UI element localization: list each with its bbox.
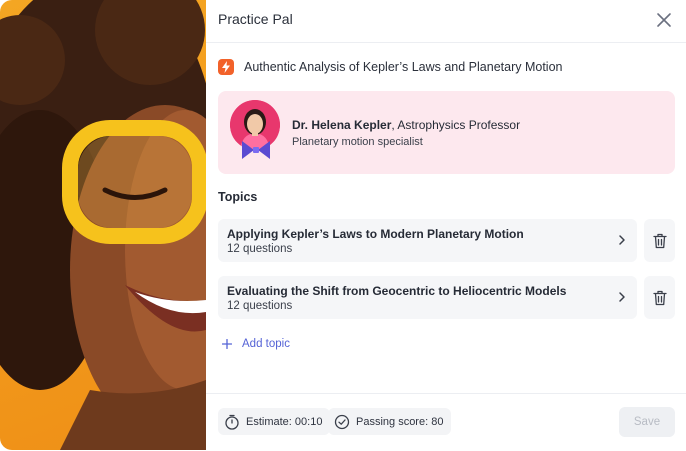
delete-topic-button-1[interactable]: [644, 219, 675, 262]
estimate-text: Estimate: 00:10: [246, 415, 323, 428]
document-title: Authentic Analysis of Kepler’s Laws and …: [244, 60, 563, 74]
trash-icon: [652, 290, 667, 305]
topic-question-count: 12 questions: [227, 243, 293, 255]
add-topic-button[interactable]: Add topic: [222, 338, 290, 350]
chevron-right-icon: [619, 292, 625, 302]
expert-name-line: Dr. Helena Kepler, Astrophysics Professo…: [292, 118, 520, 132]
practice-panel: Practice Pal Authentic Analysis of Keple…: [206, 0, 686, 450]
trash-icon: [652, 233, 667, 248]
add-topic-label: Add topic: [242, 338, 290, 350]
topic-question-count: 12 questions: [227, 300, 293, 312]
plus-icon: [222, 339, 232, 349]
hero-photo: [0, 0, 206, 450]
topic-title: Evaluating the Shift from Geocentric to …: [227, 284, 567, 298]
panel-footer: Estimate: 00:10 Passing score: 80 Save: [206, 393, 686, 451]
stopwatch-icon: [225, 414, 239, 430]
expert-card: Dr. Helena Kepler, Astrophysics Professo…: [218, 91, 675, 174]
expert-specialty: Planetary motion specialist: [292, 136, 423, 148]
close-icon: [657, 13, 671, 27]
document-row: Authentic Analysis of Kepler’s Laws and …: [218, 58, 562, 76]
topic-row-1[interactable]: Applying Kepler’s Laws to Modern Planeta…: [218, 219, 637, 262]
delete-topic-button-2[interactable]: [644, 276, 675, 319]
expert-name: Dr. Helena Kepler: [292, 118, 392, 132]
chevron-right-icon: [619, 235, 625, 245]
close-button[interactable]: [654, 10, 674, 30]
hero-photo-illustration: [0, 0, 206, 450]
topic-row-2[interactable]: Evaluating the Shift from Geocentric to …: [218, 276, 637, 319]
estimate-chip: Estimate: 00:10: [218, 408, 331, 435]
save-button[interactable]: Save: [619, 407, 675, 437]
topic-title: Applying Kepler’s Laws to Modern Planeta…: [227, 227, 524, 241]
passing-score-text: Passing score: 80: [356, 415, 444, 428]
check-circle-icon: [334, 414, 350, 429]
topics-heading: Topics: [218, 190, 258, 204]
panel-title: Practice Pal: [218, 11, 293, 27]
expert-role: , Astrophysics Professor: [391, 118, 521, 132]
lightning-icon: [218, 59, 234, 75]
panel-header: Practice Pal: [206, 0, 686, 43]
bow-tie-icon: [241, 139, 271, 161]
passing-score-chip: Passing score: 80: [328, 408, 452, 435]
